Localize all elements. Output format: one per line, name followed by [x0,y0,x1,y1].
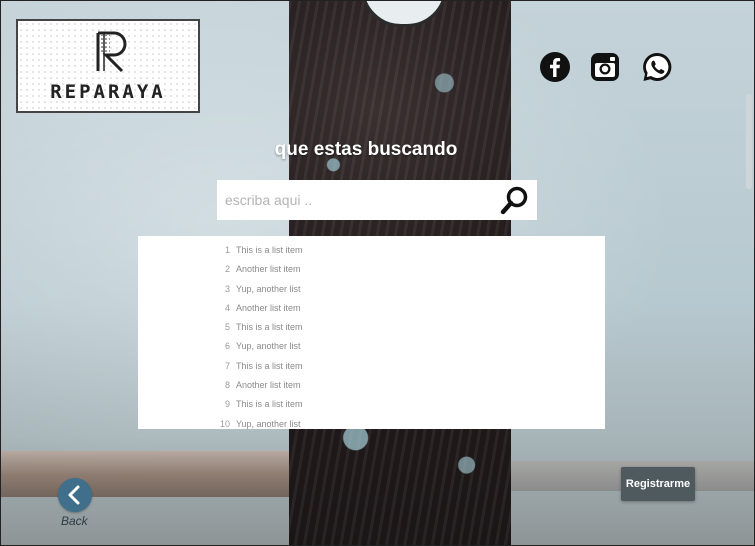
list-item[interactable]: 7 This is a list item [216,360,303,379]
list-item-number: 5 [224,322,230,333]
search-icon[interactable] [499,184,531,216]
list-item[interactable]: 5 This is a list item [216,321,303,340]
whatsapp-icon[interactable] [641,51,673,83]
search-box [217,180,537,220]
logo-mark-icon [96,31,127,73]
list-item-number: 9 [224,399,230,410]
list-item[interactable]: 9 This is a list item [216,398,303,417]
list-item[interactable]: 3 Yup, another list [216,283,303,302]
results-list: 1 This is a list item 2 Another list item … [216,244,303,429]
list-item[interactable]: 6 Yup, another list [216,340,303,359]
instagram-icon[interactable] [589,51,621,83]
search-input[interactable] [225,180,495,220]
list-item[interactable]: 2 Another list item [216,263,303,282]
list-item-number: 10 [219,418,230,429]
list-item-number: 3 [224,283,230,294]
scrollbar[interactable] [744,1,754,545]
list-item-label: Yup, another list [236,341,301,352]
list-item-number: 8 [224,380,230,391]
brand-logo[interactable]: REPARAYA [16,19,200,113]
scrollbar-thumb[interactable] [746,94,752,189]
back-label[interactable]: Back [61,514,88,528]
list-item[interactable]: 8 Another list item [216,379,303,398]
list-item-label: This is a list item [236,322,303,333]
list-item-number: 4 [224,302,230,313]
background-pipe [1,451,289,497]
list-item-label: Yup, another list [236,283,301,294]
list-item-label: This is a list item [236,360,303,371]
list-item-label: This is a list item [236,399,303,410]
list-item-number: 1 [224,245,230,255]
list-item-label: Another list item [236,302,301,313]
list-item[interactable]: 1 This is a list item [216,244,303,263]
list-item-number: 6 [224,341,230,352]
list-item-label: Yup, another list [236,418,301,429]
list-item[interactable]: 4 Another list item [216,302,303,321]
search-heading: que estas buscando [274,139,458,160]
back-arrow-icon[interactable] [58,478,92,512]
brand-name: REPARAYA [50,81,166,103]
facebook-icon[interactable] [539,51,571,83]
page-background: REPARAYA que estas buscando 1 This is a l… [0,0,755,546]
list-item-label: Another list item [236,264,301,275]
list-item-label: Another list item [236,380,301,391]
list-item-number: 7 [224,360,230,371]
list-item-number: 2 [224,264,230,275]
search-results-panel[interactable]: 1 This is a list item 2 Another list item … [138,236,605,429]
register-button[interactable]: Registrarme [621,467,695,501]
list-item[interactable]: 10 Yup, another list [216,418,303,429]
list-item-label: This is a list item [236,245,303,255]
